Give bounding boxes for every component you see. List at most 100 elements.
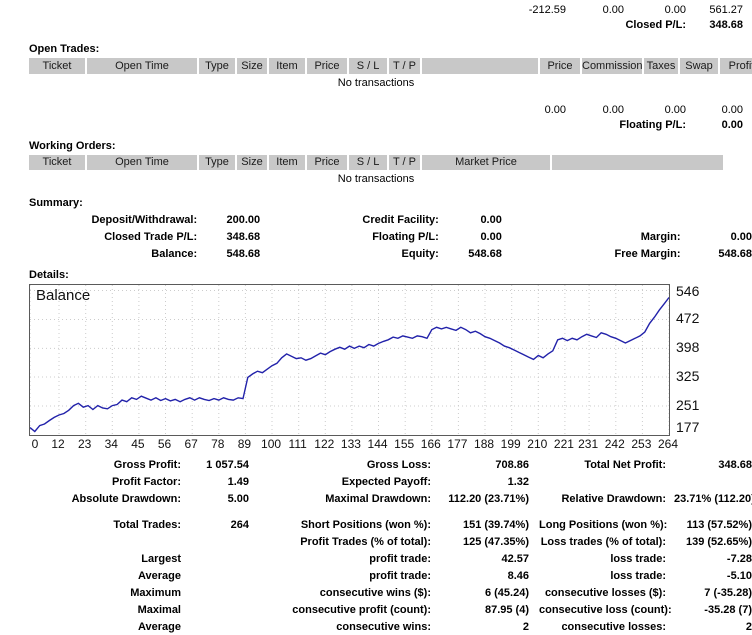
summary-gap [260,228,281,245]
summary-gap [260,245,281,262]
summary-row: Balance: 548.68 Equity: 548.68 Free Marg… [29,245,752,262]
wo-th-stop-loss[interactable]: S / L [348,155,388,171]
x-tick-label: 221 [554,437,574,451]
stats-row: Maximalconsecutive profit (count):87.95 … [29,601,752,618]
stats-value-3: 7 (-35.28) [674,584,752,601]
x-tick-label: 45 [131,437,144,451]
stats-gap-2 [529,550,539,567]
y-tick-label: 398 [676,340,699,354]
th-item[interactable]: Item [268,58,306,74]
stats-label-1: Largest [29,550,189,567]
th-spacer [421,58,539,74]
th-price-close[interactable]: Price [539,58,581,74]
th-taxes[interactable]: Taxes [643,58,679,74]
stats-row: Absolute Drawdown:5.00Maximal Drawdown:1… [29,490,752,507]
y-tick-label: 177 [676,420,699,434]
stats-gap-1 [249,516,269,533]
x-tick-label: 210 [527,437,547,451]
stats-gap-2 [529,456,539,473]
wo-th-spacer [551,155,723,171]
wo-th-open-time[interactable]: Open Time [86,155,198,171]
floating-number-4: 0.00 [686,103,743,117]
stats-row: Profit Factor:1.49Expected Payoff:1.32 [29,473,752,490]
x-tick-label: 177 [447,437,467,451]
stats-label-2: Profit Trades (% of total): [269,533,439,550]
summary-label-3 [565,211,681,228]
th-open-time[interactable]: Open Time [86,58,198,74]
wo-th-take-profit[interactable]: T / P [388,155,421,171]
details-label: Details: [0,269,752,281]
stats-value-1: 264 [189,516,249,533]
stats-label-1: Average [29,618,189,635]
open-trades-label: Open Trades: [0,43,752,55]
stats-value-2: 708.86 [439,456,529,473]
x-tick-label: 67 [184,437,197,451]
stats-label-2: profit trade: [269,567,439,584]
wo-th-item[interactable]: Item [268,155,306,171]
summary-gap2 [502,245,565,262]
stats-label-3: consecutive losses ($): [539,584,674,601]
wo-th-ticket[interactable]: Ticket [29,155,86,171]
stats-value-2: 42.57 [439,550,529,567]
chart-title: Balance [36,287,90,304]
x-tick-label: 34 [105,437,118,451]
summary-label-1: Closed Trade P/L: [29,228,197,245]
stats-label-2: consecutive wins ($): [269,584,439,601]
summary-label-3: Free Margin: [565,245,681,262]
th-swap[interactable]: Swap [679,58,719,74]
stats-gap-1 [249,584,269,601]
th-stop-loss[interactable]: S / L [348,58,388,74]
summary-gap2 [502,228,565,245]
x-tick-label: 111 [289,437,307,451]
stats-value-1 [189,533,249,550]
stats-gap-2 [529,567,539,584]
stats-value-1 [189,550,249,567]
stats-gap-2 [529,618,539,635]
stats-label-1: Profit Factor: [29,473,189,490]
th-commission[interactable]: Commission [581,58,643,74]
stats-value-3: -5.10 [674,567,752,584]
working-orders-table: Ticket Open Time Type Size Item Price S … [29,155,723,172]
summary-value-3: 0.00 [681,228,752,245]
wo-th-price[interactable]: Price [306,155,348,171]
stats-gap-cell [29,507,752,516]
summary-row: Closed Trade P/L: 348.68 Floating P/L: 0… [29,228,752,245]
summary-value-1: 200.00 [197,211,260,228]
summary-label-1: Deposit/Withdrawal: [29,211,197,228]
stats-row-gap [29,507,752,516]
summary-row: Deposit/Withdrawal: 200.00 Credit Facili… [29,211,752,228]
th-take-profit[interactable]: T / P [388,58,421,74]
chart-gridlines [30,285,669,435]
stats-value-3: -7.28 [674,550,752,567]
stats-value-1 [189,601,249,618]
stats-value-2: 112.20 (23.71%) [439,490,529,507]
stats-label-3: Loss trades (% of total): [539,533,674,550]
stats-value-1: 1.49 [189,473,249,490]
open-trades-table: Ticket Open Time Type Size Item Price S … [29,58,752,75]
stats-value-1 [189,618,249,635]
th-size[interactable]: Size [236,58,268,74]
stats-value-3 [674,473,752,490]
stats-value-2: 8.46 [439,567,529,584]
x-tick-label: 100 [261,437,281,451]
closed-number-2: 0.00 [566,3,624,17]
details-stats-table: Gross Profit:1 057.54Gross Loss:708.86To… [29,456,752,635]
wo-th-size[interactable]: Size [236,155,268,171]
stats-value-3: 113 (57.52%) [674,516,752,533]
stats-gap-2 [529,473,539,490]
th-profit[interactable]: Profit [719,58,752,74]
stats-label-2: Maximal Drawdown: [269,490,439,507]
th-type[interactable]: Type [198,58,236,74]
th-price-open[interactable]: Price [306,58,348,74]
y-tick-label: 251 [676,398,699,412]
stats-gap-1 [249,618,269,635]
balance-chart: Balance 546472398325251177 0122334455667… [29,284,723,438]
floating-number-3: 0.00 [624,103,686,117]
x-tick-label: 242 [605,437,625,451]
open-trades-empty-text: No transactions [29,75,723,91]
stats-label-3 [539,473,674,490]
chart-x-axis: 0122334455667788910011112213314415516617… [29,436,670,452]
wo-th-market-price[interactable]: Market Price [421,155,551,171]
wo-th-type[interactable]: Type [198,155,236,171]
th-ticket[interactable]: Ticket [29,58,86,74]
